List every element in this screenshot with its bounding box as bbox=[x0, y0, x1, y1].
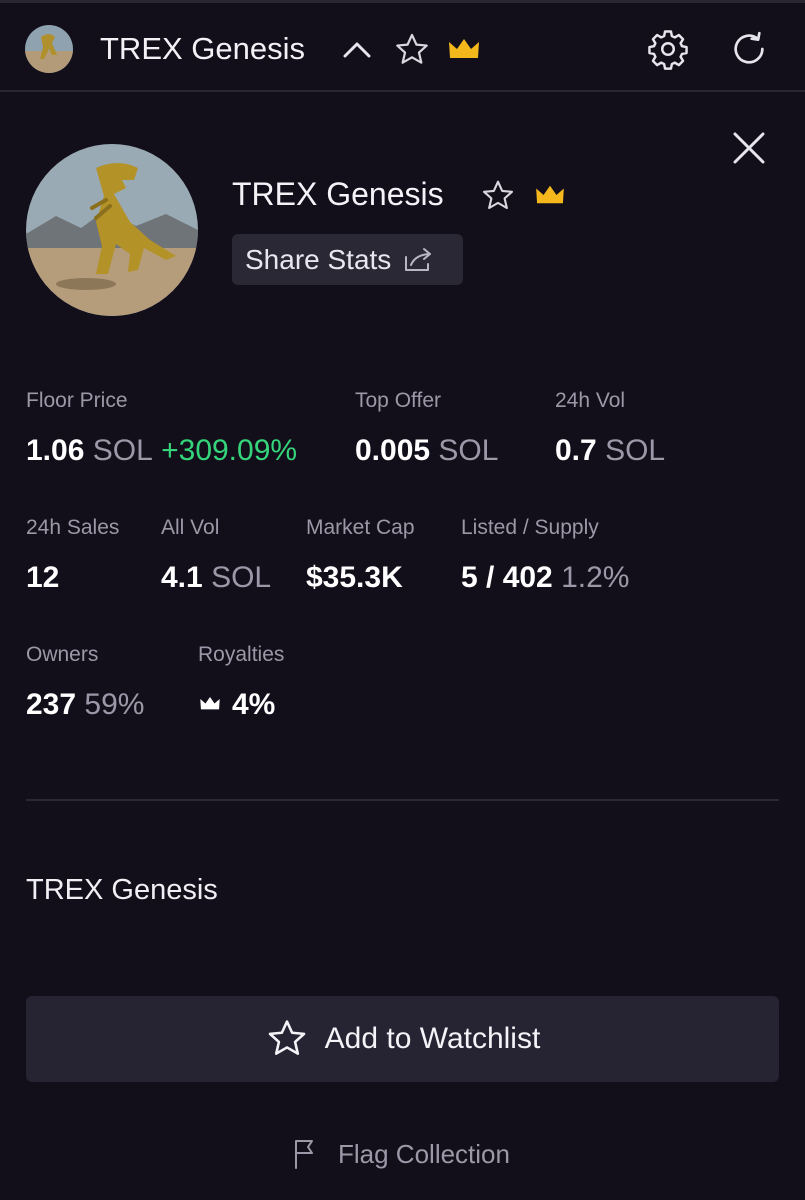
top-bar: TREX Genesis bbox=[0, 0, 805, 92]
collection-avatar bbox=[26, 144, 198, 316]
crown-icon bbox=[200, 697, 220, 710]
top-offer-value: 0.005 SOL bbox=[355, 434, 499, 467]
all-vol-unit: SOL bbox=[211, 561, 272, 594]
star-outline-icon[interactable] bbox=[393, 31, 431, 69]
floor-price-label: Floor Price bbox=[26, 389, 128, 412]
sales-24h-value: 12 bbox=[26, 561, 60, 594]
header-title: TREX Genesis bbox=[100, 31, 306, 66]
floor-price-change: +309.09% bbox=[161, 434, 298, 467]
all-vol-label: All Vol bbox=[161, 516, 220, 539]
vol-24h-unit: SOL bbox=[605, 434, 666, 467]
royalties-value: 4% bbox=[232, 688, 276, 721]
share-icon bbox=[405, 247, 432, 271]
crown-icon bbox=[536, 185, 564, 204]
market-cap-label: Market Cap bbox=[306, 516, 415, 539]
flag-collection-link[interactable]: Flag Collection bbox=[292, 1134, 510, 1174]
vol-24h-value: 0.7 SOL bbox=[555, 434, 666, 467]
trex-avatar-icon bbox=[25, 25, 73, 73]
floor-price-unit: SOL bbox=[92, 434, 153, 467]
crown-icon bbox=[449, 39, 479, 58]
collection-avatar-small[interactable] bbox=[25, 25, 73, 73]
star-outline-icon bbox=[268, 1020, 306, 1055]
divider bbox=[26, 799, 779, 801]
top-offer-unit: SOL bbox=[438, 434, 499, 467]
share-stats-label: Share Stats bbox=[245, 243, 392, 275]
listed-supply-value: 5 / 402 1.2% bbox=[461, 561, 630, 594]
collection-title: TREX Genesis bbox=[232, 176, 444, 212]
owners-label: Owners bbox=[26, 643, 99, 666]
owners-pct: 59% bbox=[84, 688, 145, 721]
trex-artwork-icon bbox=[26, 144, 198, 316]
refresh-icon[interactable] bbox=[729, 29, 769, 69]
floor-price-value: 1.06 SOL +309.09% bbox=[26, 434, 298, 467]
flag-collection-label: Flag Collection bbox=[338, 1138, 510, 1169]
add-to-watchlist-button[interactable]: Add to Watchlist bbox=[26, 996, 779, 1082]
flag-icon bbox=[295, 1140, 313, 1169]
share-stats-button[interactable]: Share Stats bbox=[232, 234, 463, 285]
owners-value: 237 59% bbox=[26, 688, 145, 721]
collection-description: TREX Genesis bbox=[26, 874, 218, 906]
sales-24h-label: 24h Sales bbox=[26, 516, 120, 539]
vol-24h-label: 24h Vol bbox=[555, 389, 626, 412]
close-icon[interactable] bbox=[731, 130, 767, 166]
gear-icon[interactable] bbox=[647, 28, 689, 70]
add-to-watchlist-label: Add to Watchlist bbox=[324, 1022, 541, 1055]
listed-supply-label: Listed / Supply bbox=[461, 516, 599, 539]
all-vol-value: 4.1 SOL bbox=[161, 561, 272, 594]
chevron-up-icon[interactable] bbox=[342, 39, 372, 61]
royalties-label: Royalties bbox=[198, 643, 285, 666]
top-offer-label: Top Offer bbox=[355, 389, 441, 412]
listed-supply-pct: 1.2% bbox=[561, 561, 630, 594]
market-cap-value: $35.3K bbox=[306, 561, 403, 594]
star-outline-icon[interactable] bbox=[480, 178, 516, 214]
